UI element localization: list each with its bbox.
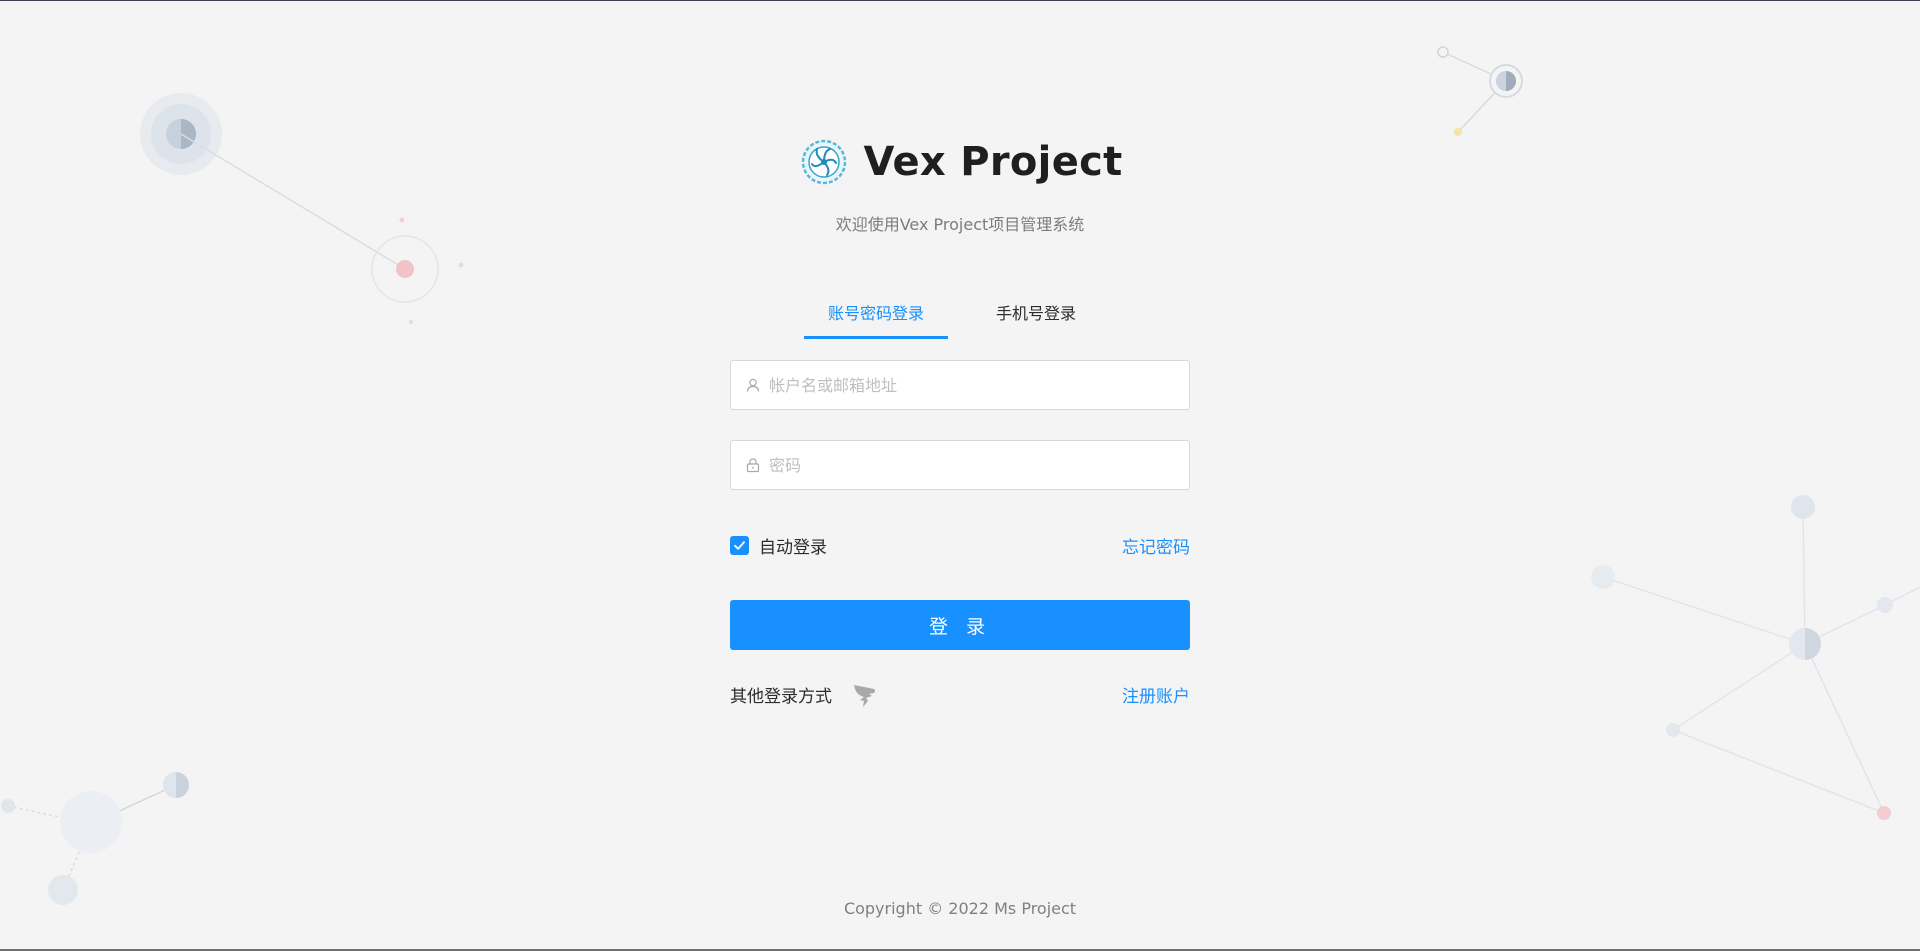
app-title: Vex Project <box>863 139 1123 185</box>
password-field <box>730 440 1190 490</box>
other-login-row: 其他登录方式 注册账户 <box>730 679 1190 709</box>
copyright: Copyright © 2022 Ms Project <box>843 899 1077 918</box>
app-subtitle: 欢迎使用Vex Project项目管理系统 <box>835 215 1085 234</box>
auto-login-checkbox[interactable]: 自动登录 <box>730 533 827 558</box>
login-button[interactable]: 登 录 <box>730 600 1190 650</box>
register-link[interactable]: 注册账户 <box>1122 682 1190 707</box>
login-tabs: 账号密码登录 手机号登录 <box>804 297 1124 339</box>
user-icon <box>746 378 760 392</box>
password-input[interactable] <box>767 454 1171 476</box>
decor-bottom-left <box>1 772 189 905</box>
other-login-label: 其他登录方式 <box>730 686 832 707</box>
other-login-group: 其他登录方式 <box>730 679 878 709</box>
app-logo-icon <box>802 139 847 185</box>
auto-login-label: 自动登录 <box>759 538 827 558</box>
remember-row: 自动登录 忘记密码 <box>730 533 1190 558</box>
username-input[interactable] <box>767 374 1171 396</box>
decor-top-right <box>1437 46 1523 136</box>
brand-header: Vex Project <box>0 139 1920 189</box>
username-field <box>730 360 1190 410</box>
login-page: Vex Project 欢迎使用Vex Project项目管理系统 账号密码登录… <box>0 0 1920 951</box>
decor-top-left <box>140 93 464 324</box>
tab-account-password[interactable]: 账号密码登录 <box>804 297 948 339</box>
brand: Vex Project <box>801 139 1122 185</box>
forgot-password-link[interactable]: 忘记密码 <box>1122 533 1190 558</box>
decor-right <box>1591 495 1920 820</box>
dingtalk-icon[interactable] <box>852 679 878 709</box>
login-form <box>730 360 1190 490</box>
lock-icon <box>746 458 760 473</box>
tab-phone[interactable]: 手机号登录 <box>948 297 1124 339</box>
checkbox-checked-icon[interactable] <box>730 536 749 555</box>
